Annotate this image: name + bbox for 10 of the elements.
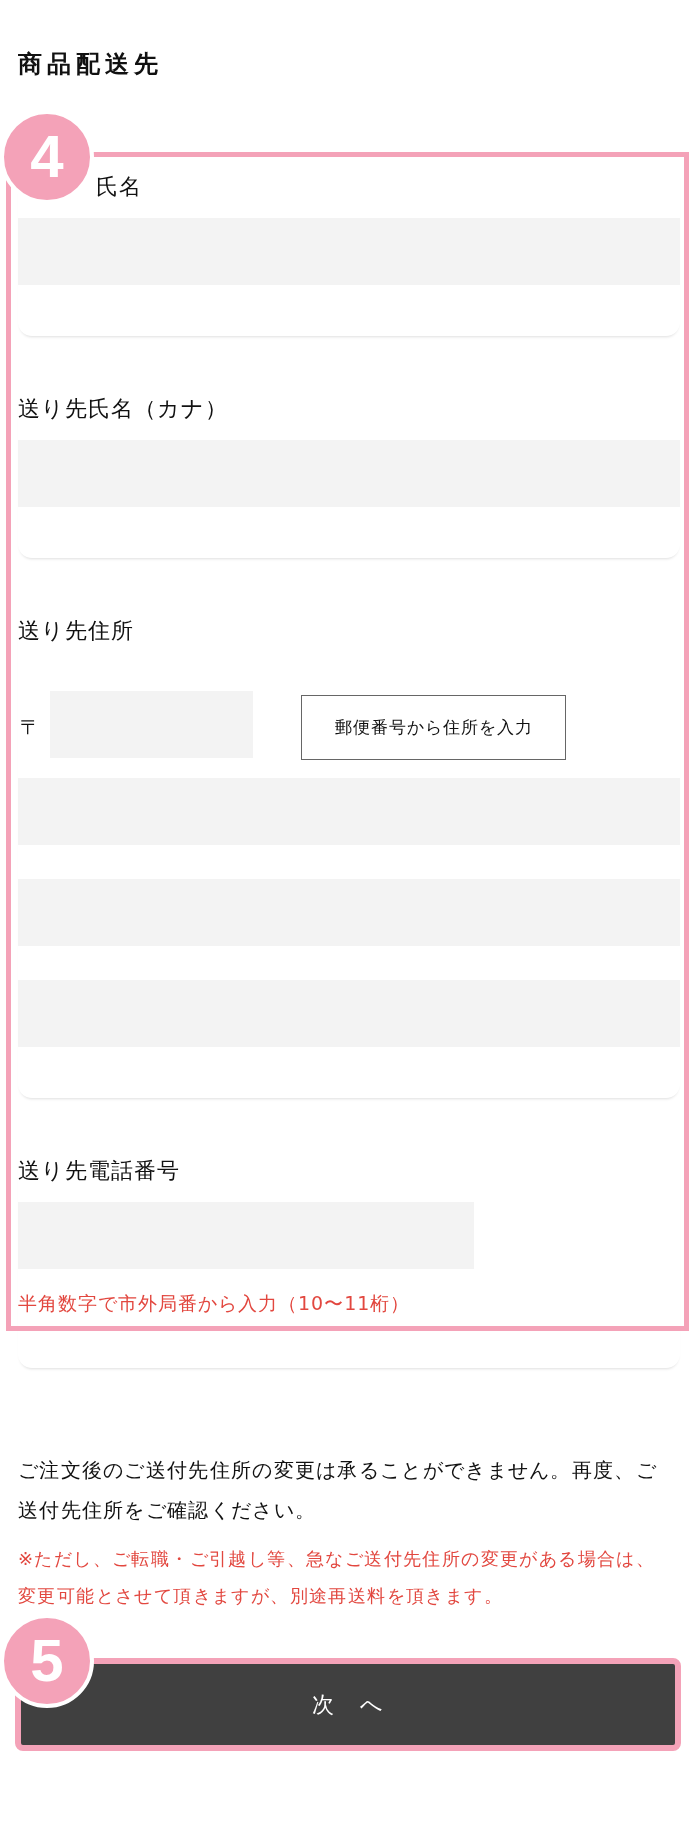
postal-code-mark: 〒 — [20, 715, 40, 739]
section-title: 商品配送先 — [18, 49, 164, 80]
notice-text: ご注文後のご送付先住所の変更は承ることができません。再度、ご送付先住所をご確認ください。 — [18, 1457, 658, 1524]
field-label: 送り先氏名（カナ） — [18, 395, 228, 423]
address-lookup-button[interactable]: 郵便番号から住所を入力 — [301, 695, 566, 760]
field-label: 送り先電話番号 — [18, 1157, 180, 1185]
field-label: 氏名 — [96, 173, 142, 201]
input-hint: 半角数字で市外局番から入力（10〜11桁） — [18, 1291, 412, 1316]
warning-text: ※ただし、ご転職・ご引越し等、急なご送付先住所の変更がある場合は、変更可能とさせて頂きますが、別途再送料を頂きます。 — [18, 1547, 657, 1608]
field-label: 送り先住所 — [18, 617, 134, 645]
